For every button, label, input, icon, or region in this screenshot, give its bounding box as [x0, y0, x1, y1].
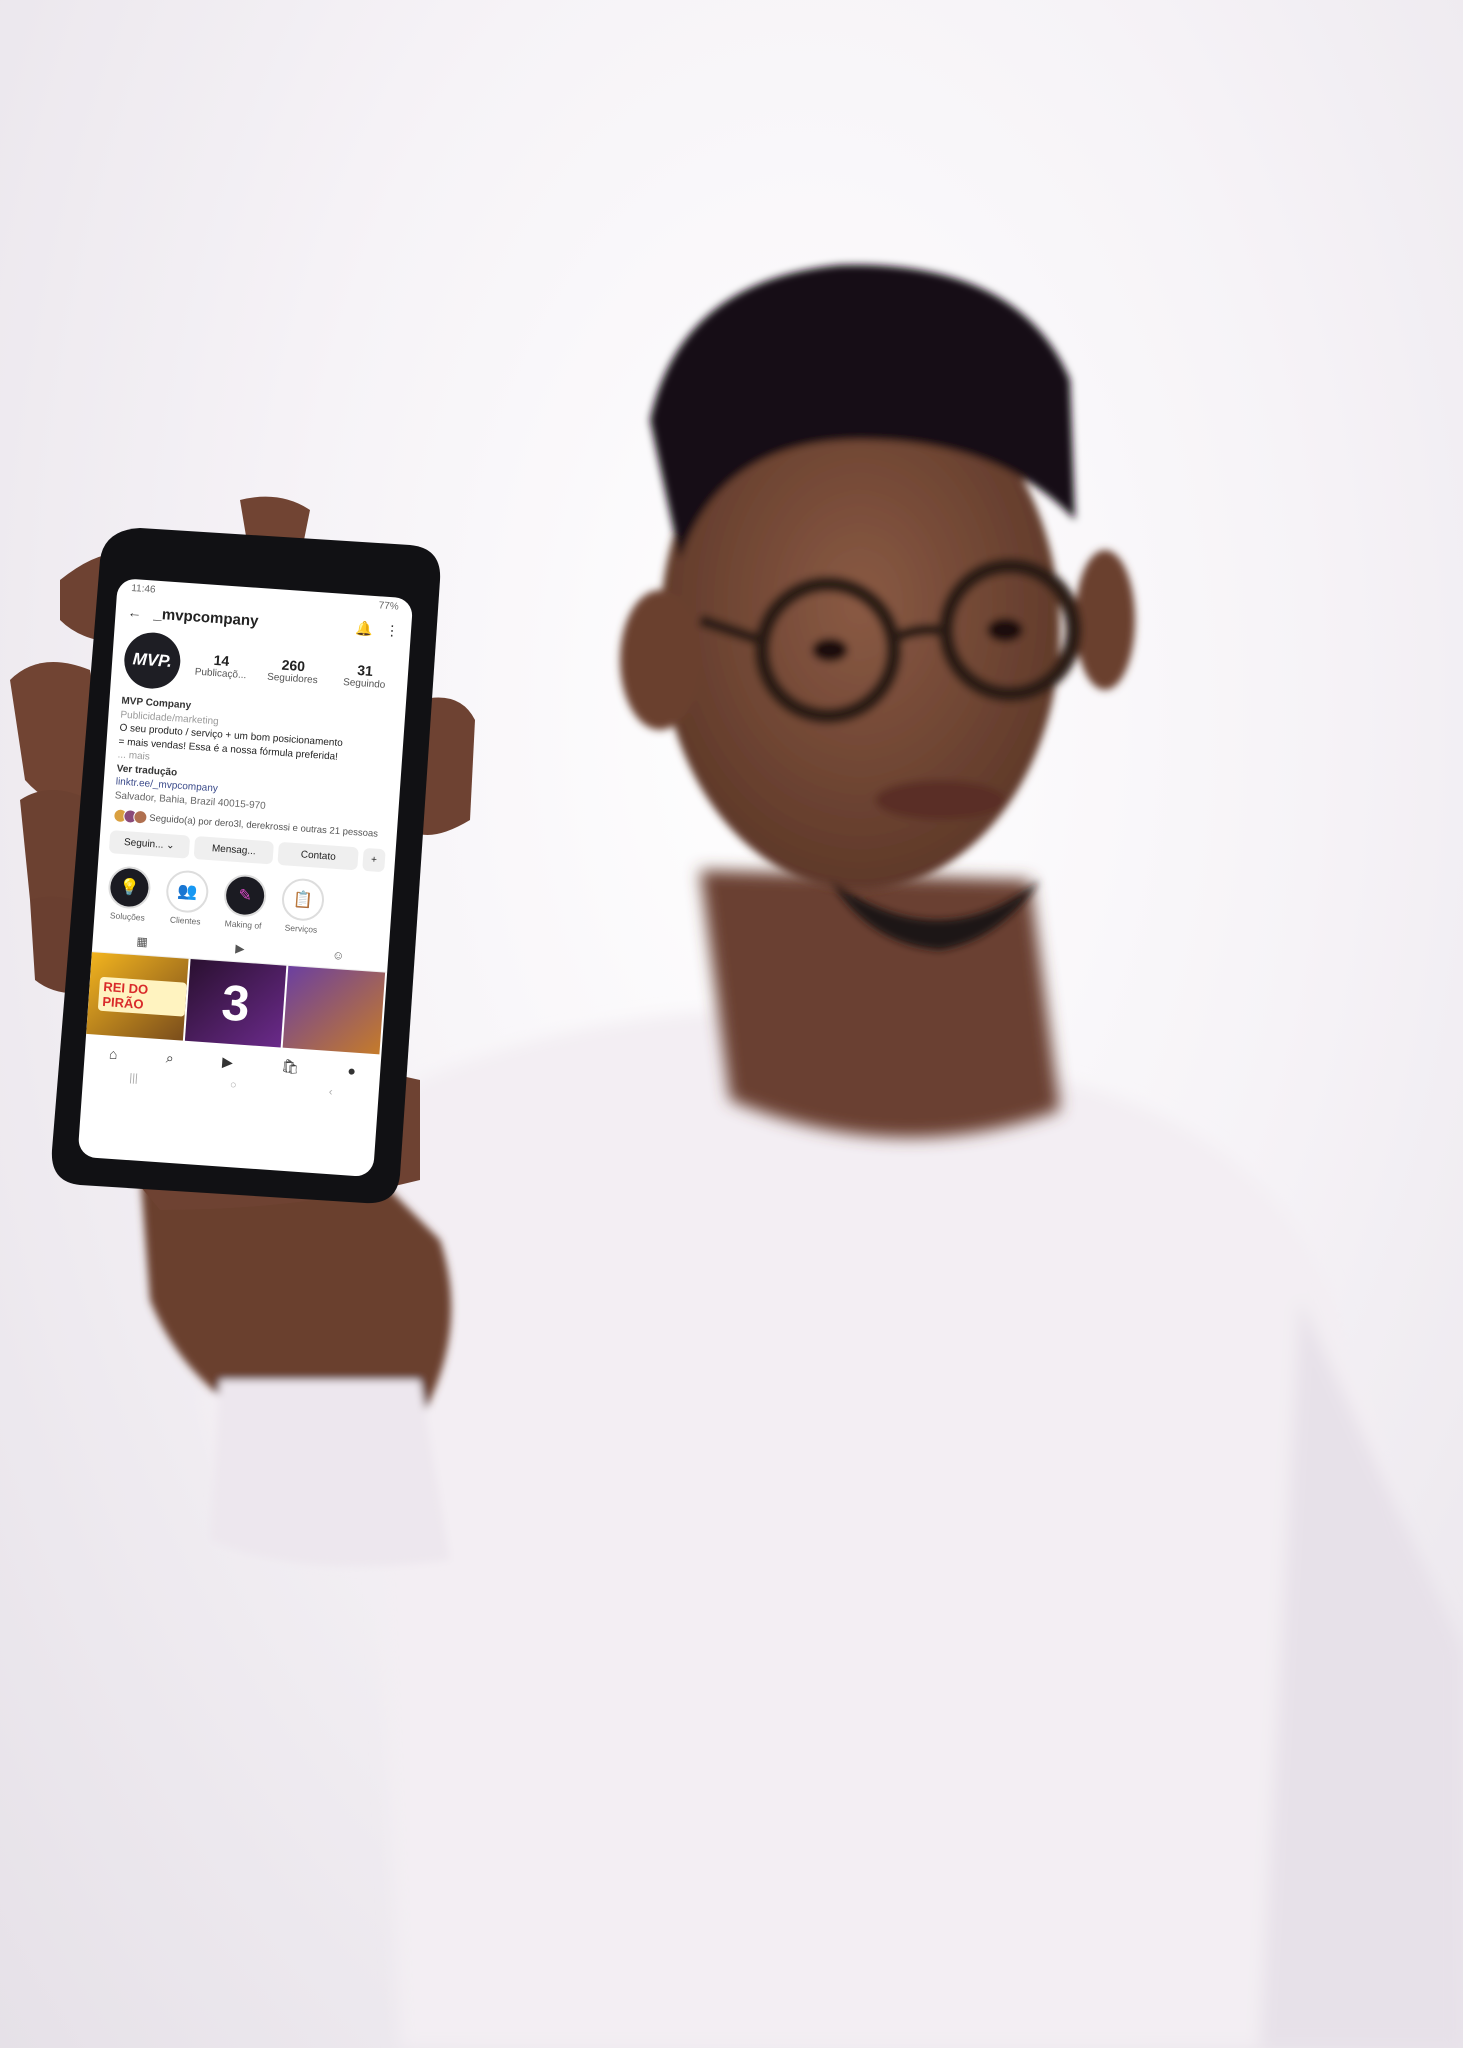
follower-avatars [112, 808, 148, 825]
highlight-label: Soluções [109, 910, 146, 923]
highlight-servicos[interactable]: 📋 Serviços [278, 877, 328, 935]
lightbulb-icon: 💡 [107, 865, 152, 910]
shop-icon[interactable]: 🛍 [281, 1058, 300, 1076]
post-thumbnail[interactable]: REI DO PIRÃO [86, 952, 189, 1041]
home-icon[interactable]: ⌂ [108, 1046, 119, 1064]
post-thumbnail[interactable]: 3 [184, 958, 287, 1048]
post-text: 3 [219, 974, 252, 1033]
message-button[interactable]: Mensag... [193, 835, 275, 865]
contact-button[interactable]: Contato [277, 841, 359, 871]
phone-screen: 11:46 77% ← _mvpcompany 🔔 ⋮ MVP. 14 Publ… [77, 578, 414, 1178]
profile-avatar-icon[interactable]: ● [347, 1062, 357, 1080]
following-button[interactable]: Seguin... ⌄ [108, 830, 190, 859]
add-person-button[interactable]: + [362, 847, 386, 873]
highlight-label: Clientes [169, 914, 201, 927]
stat-followers[interactable]: 260 Seguidores [261, 655, 325, 686]
highlight-solucoes[interactable]: 💡 Soluções [104, 865, 154, 923]
tagged-tab-icon[interactable]: ☺ [332, 948, 345, 963]
back-button-icon[interactable]: ‹ [328, 1086, 333, 1098]
post-text: REI DO PIRÃO [97, 976, 187, 1017]
back-arrow-icon[interactable]: ← [127, 604, 142, 621]
recent-apps-icon[interactable]: ||| [129, 1072, 138, 1085]
highlight-label: Making of [224, 918, 262, 931]
more-options-icon[interactable]: ⋮ [384, 621, 400, 639]
highlight-label: Serviços [284, 922, 318, 935]
stat-following[interactable]: 31 Seguindo [333, 660, 397, 691]
highlight-clientes[interactable]: 👥 Clientes [162, 869, 212, 927]
person-head [620, 264, 1135, 950]
highlight-making-of[interactable]: ✎ Making of [220, 873, 270, 931]
avatar[interactable]: MVP. [122, 630, 183, 691]
reels-tab-icon[interactable]: ▶ [235, 941, 245, 956]
profile-bio: MVP Company Publicidade/marketing O seu … [102, 690, 405, 826]
grid-tab-icon[interactable]: ▦ [136, 934, 148, 949]
post-thumbnail[interactable] [282, 965, 386, 1055]
status-battery: 77% [378, 599, 400, 613]
reels-icon[interactable]: ▶ [222, 1053, 234, 1071]
clipboard-icon: 📋 [280, 877, 326, 923]
people-icon: 👥 [164, 869, 210, 915]
search-icon[interactable]: ⌕ [165, 1050, 174, 1068]
status-time: 11:46 [130, 582, 156, 596]
stat-posts[interactable]: 14 Publicaçõ... [189, 650, 253, 681]
pen-icon: ✎ [222, 873, 268, 919]
home-button-icon[interactable]: ○ [230, 1079, 237, 1091]
bell-icon[interactable]: 🔔 [355, 619, 374, 637]
